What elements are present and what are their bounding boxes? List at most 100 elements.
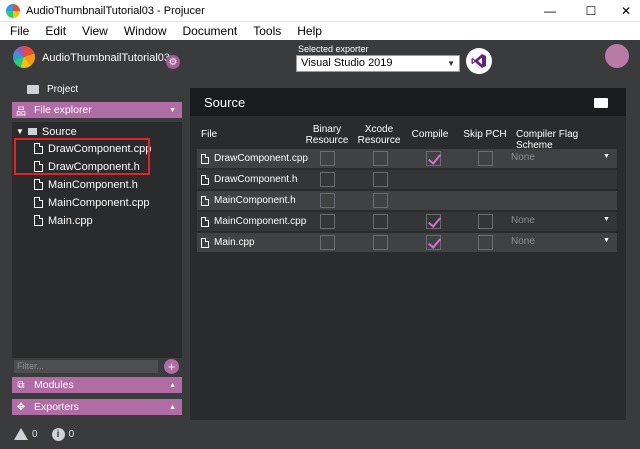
exporters-icon: ✥ (16, 401, 26, 413)
file-cell: DrawComponent.cpp (201, 151, 308, 166)
binary-resource-checkbox[interactable] (320, 235, 335, 250)
window-title: AudioThumbnailTutorial03 - Projucer (26, 4, 205, 17)
compile-checkbox[interactable] (426, 151, 441, 166)
file-name: DrawComponent.cpp (214, 153, 308, 164)
file-explorer-header[interactable]: 品 File explorer ▼ (12, 102, 182, 118)
menu-window[interactable]: Window (116, 22, 175, 40)
binary-resource-checkbox[interactable] (320, 151, 335, 166)
add-file-button[interactable]: + (164, 359, 179, 374)
chevron-down-icon: ▼ (169, 106, 176, 114)
xcode-resource-checkbox[interactable] (373, 235, 388, 250)
exporters-header[interactable]: ✥ Exporters ▲ (12, 399, 182, 415)
modules-icon: ⧉ (17, 379, 25, 391)
folder-icon (27, 84, 39, 94)
col-header-xcode-line1: Xcode (364, 124, 394, 135)
title-bar: AudioThumbnailTutorial03 - Projucer — ☐ … (0, 0, 640, 22)
expand-arrow-icon: ▼ (16, 127, 24, 136)
modules-header[interactable]: ⧉ Modules ▲ (12, 377, 182, 393)
file-name: MainComponent.h (214, 195, 296, 206)
status-bar: 0 i 0 (14, 426, 74, 442)
binary-resource-checkbox[interactable] (320, 172, 335, 187)
folder-icon (27, 128, 37, 135)
chevron-up-icon: ▲ (169, 403, 176, 411)
filter-input[interactable]: Filter... (14, 360, 158, 373)
info-icon[interactable]: i (51, 427, 65, 441)
file-explorer-label: File explorer (34, 104, 92, 116)
xcode-resource-checkbox[interactable] (373, 151, 388, 166)
col-header-xcode-line2: Resource (357, 135, 401, 146)
source-panel: Source File Binary Resource Xcode Resour… (190, 88, 626, 420)
tree-item-label: Main.cpp (48, 214, 93, 227)
chevron-down-icon: ▼ (447, 59, 455, 68)
skip-pch-checkbox[interactable] (478, 151, 493, 166)
tree-item[interactable]: MainComponent.cpp (12, 194, 182, 211)
file-icon (34, 179, 43, 190)
col-header-binary-line2: Resource (305, 135, 349, 146)
xcode-resource-checkbox[interactable] (373, 193, 388, 208)
skip-pch-checkbox[interactable] (478, 235, 493, 250)
file-icon (201, 195, 209, 206)
col-header-scheme: Compiler Flag Scheme (516, 129, 579, 151)
maximize-button[interactable]: ☐ (571, 0, 611, 22)
info-count: 0 (68, 428, 75, 440)
tree-item-label: MainComponent.cpp (48, 196, 150, 209)
col-header-file: File (201, 129, 218, 140)
exporter-select[interactable]: Visual Studio 2019 ▼ (296, 55, 460, 72)
table-row: MainComponent.h (197, 191, 617, 210)
tree-item[interactable]: Main.cpp (12, 212, 182, 229)
file-icon (201, 174, 209, 185)
chevron-up-icon: ▲ (169, 381, 176, 389)
compile-checkbox[interactable] (426, 214, 441, 229)
minimize-button[interactable]: — (530, 0, 570, 22)
source-header: Source (190, 88, 626, 116)
skip-pch-checkbox[interactable] (478, 214, 493, 229)
xcode-resource-checkbox[interactable] (373, 214, 388, 229)
col-header-compile: Compile (411, 129, 449, 140)
compile-checkbox[interactable] (426, 235, 441, 250)
warning-count: 0 (32, 428, 38, 440)
tree-icon: 品 (16, 106, 26, 118)
menu-view[interactable]: View (74, 22, 116, 40)
menu-edit[interactable]: Edit (37, 22, 74, 40)
tab-project[interactable]: Project (10, 80, 182, 98)
binary-resource-checkbox[interactable] (320, 193, 335, 208)
chevron-down-icon: ▼ (603, 216, 610, 223)
file-name: DrawComponent.h (214, 174, 298, 185)
user-icon[interactable] (605, 44, 629, 68)
gear-icon[interactable]: ⚙ (166, 55, 180, 69)
col-header-xcode: Xcode Resource (354, 124, 404, 146)
warning-icon[interactable] (14, 428, 28, 440)
exporters-label: Exporters (34, 401, 79, 413)
col-header-binary-line1: Binary (312, 124, 342, 135)
chevron-down-icon: ▼ (603, 237, 610, 244)
project-header: AudioThumbnailTutorial03 ⚙ Selected expo… (0, 40, 640, 80)
visual-studio-icon[interactable] (466, 48, 492, 74)
binary-resource-checkbox[interactable] (320, 214, 335, 229)
menu-document[interactable]: Document (175, 22, 246, 40)
table-row: Main.cpp None ▼ (197, 233, 617, 252)
project-name: AudioThumbnailTutorial03 (42, 52, 170, 64)
compiler-flag-scheme-select[interactable]: None (511, 215, 535, 226)
tree-item[interactable]: MainComponent.h (12, 176, 182, 193)
file-icon (201, 153, 209, 164)
source-title: Source (204, 94, 246, 110)
compiler-flag-scheme-select[interactable]: None (511, 236, 535, 247)
folder-icon[interactable] (594, 98, 608, 108)
file-icon (34, 197, 43, 208)
menu-bar: File Edit View Window Document Tools Hel… (0, 22, 640, 40)
chevron-down-icon: ▼ (603, 153, 610, 160)
menu-help[interactable]: Help (289, 22, 330, 40)
compiler-flag-scheme-select[interactable]: None (511, 152, 535, 163)
menu-file[interactable]: File (0, 22, 37, 40)
projucer-logo-icon (13, 46, 35, 68)
xcode-resource-checkbox[interactable] (373, 172, 388, 187)
col-header-binary: Binary Resource (302, 124, 352, 146)
file-cell: MainComponent.h (201, 193, 296, 208)
tree-group-label: Source (41, 125, 77, 138)
projucer-icon (6, 3, 20, 18)
menu-tools[interactable]: Tools (245, 22, 289, 40)
file-cell: Main.cpp (201, 235, 255, 250)
file-icon (34, 215, 43, 226)
close-button[interactable]: ✕ (606, 0, 640, 22)
file-name: MainComponent.cpp (214, 216, 307, 227)
